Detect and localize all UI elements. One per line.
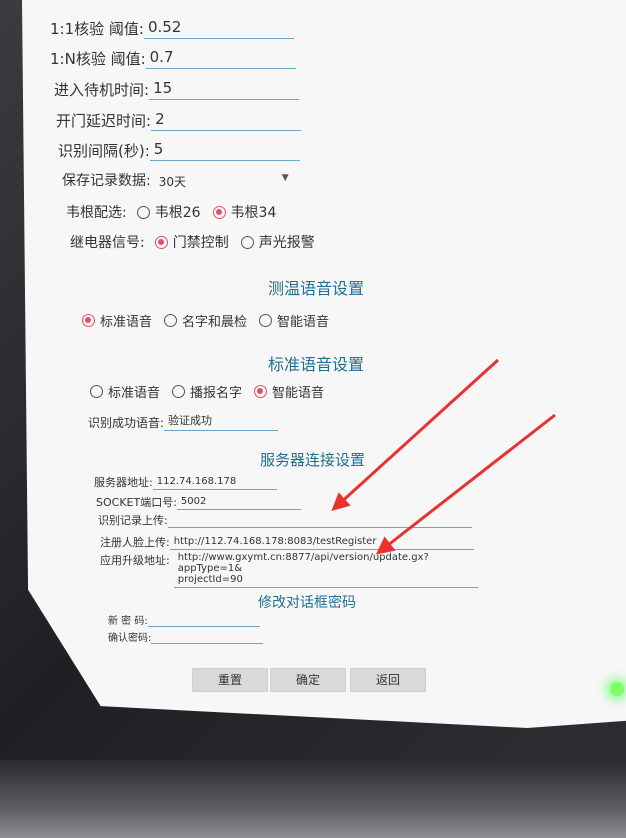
- arrow-to-record-upload: [331, 358, 500, 512]
- annotation-arrows: [331, 358, 556, 555]
- arrow-to-face-upload: [375, 413, 556, 555]
